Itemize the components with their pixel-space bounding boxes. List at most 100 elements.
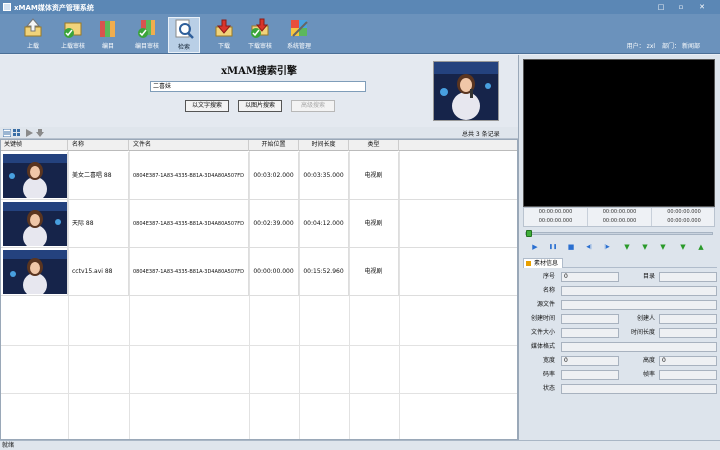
material-info-form: 序号 0 目录 名称 源文件 创建时间 创建人 文件大小 时间长度 媒体格式 宽… [523,268,717,408]
next-frame-icon[interactable]: |▶ [601,241,613,253]
name-cell: cctv15.avi 88 [68,248,129,296]
search-image-thumbnail[interactable] [433,61,499,121]
bitrate-label: 码率 [542,371,555,378]
playback-slider-knob[interactable] [526,230,532,237]
video-player[interactable] [523,59,715,207]
upload-button[interactable]: 上载 [17,17,49,53]
search-input[interactable]: 二喜妹 [150,81,366,92]
prev-frame-icon[interactable]: ◀| [583,241,595,253]
maximize-button[interactable]: ▫ [676,3,686,11]
timecode-length: 00:00:00.000 [667,209,701,215]
col-type[interactable]: 类型 [349,140,399,151]
catalog-review-label: 编目审核 [134,43,159,50]
catalog-button[interactable]: 编目 [92,17,124,53]
catalog-label: 编目 [101,43,114,50]
keyframe-thumbnail [3,250,67,294]
upload-icon [22,17,44,39]
export-clip-icon[interactable]: ▲ [695,241,707,253]
list-view-icon[interactable] [3,129,11,137]
filename-cell: 0804E387-1A83-4335-B81A-3D4A80A507FD [129,200,249,248]
download-button[interactable]: 下载 [208,17,240,53]
col-name[interactable]: 名称 [68,140,129,151]
search-panel: xMAM搜索引擎 二喜妹 以文字搜索 以图片搜索 高级搜索 [0,55,518,127]
source-field[interactable] [561,300,717,310]
download-review-button[interactable]: 下载审核 [244,17,276,53]
col-duration[interactable]: 时间长度 [299,140,349,151]
table-row[interactable]: 美女二喜唱 88 0804E387-1A83-4335-B81A-3D4A80A… [1,152,517,200]
upload-review-label: 上载审核 [60,43,85,50]
file-size-label: 文件大小 [530,329,555,336]
upload-review-button[interactable]: 上载审核 [57,17,89,53]
duration-cell: 00:15:52.960 [299,248,349,296]
col-filename[interactable]: 文件名 [129,140,249,151]
timecode-in: 00:00:00.000 [524,208,588,217]
width-field[interactable]: 0 [561,356,619,366]
download-review-label: 下载审核 [247,43,272,50]
minimize-button[interactable]: □ [656,3,666,11]
image-search-button[interactable]: 以图片搜索 [238,100,282,112]
name-cell: 天际 88 [68,200,129,248]
user-value: zxl [646,43,656,50]
keyframe-thumbnail [3,202,67,246]
dept-value: 新闻部 [681,43,700,50]
col-keyframe[interactable]: 关键帧 [1,140,68,151]
stop-icon[interactable]: ■ [565,241,577,253]
catalog-field[interactable] [659,272,717,282]
name-field[interactable] [561,286,717,296]
thumbnail-view-icon[interactable] [13,129,21,137]
play-selected-icon[interactable] [25,129,33,137]
created-time-field[interactable] [561,314,619,324]
text-search-button[interactable]: 以文字搜索 [185,100,229,112]
title-bar: xMAM媒体资产管理系统 □ ▫ ✕ [0,0,720,14]
playback-slider[interactable] [525,230,713,237]
height-field[interactable]: 0 [659,356,717,366]
height-label: 高度 [642,357,655,364]
framerate-field[interactable] [659,370,717,380]
type-cell: 电视剧 [349,152,399,200]
name-label: 名称 [542,287,555,294]
upload-review-icon [62,17,84,39]
file-size-field[interactable] [561,328,619,338]
mark-out-icon[interactable]: ▼ [639,241,651,253]
tab-material-info[interactable]: 素材信息 [523,258,564,268]
creator-field[interactable] [659,314,717,324]
mark-in-icon[interactable]: ▼ [621,241,633,253]
grid-header: 关键帧 名称 文件名 开始位置 时间长度 类型 [1,140,517,151]
catalog-icon [97,17,119,39]
duration-cell: 00:03:35.000 [299,152,349,200]
type-cell: 电视剧 [349,200,399,248]
filename-cell: 0804E387-1A83-4335-B81A-3D4A80A507FD [129,248,249,296]
width-label: 宽度 [542,357,555,364]
serial-field[interactable]: 0 [561,272,619,282]
goto-in-icon[interactable]: ▼ [657,241,669,253]
pause-icon[interactable]: ❚❚ [547,241,559,253]
advanced-search-button[interactable]: 高级搜索 [291,100,335,112]
status-field[interactable] [561,384,717,394]
close-button[interactable]: ✕ [697,3,707,11]
table-row[interactable]: 天际 88 0804E387-1A83-4335-B81A-3D4A80A507… [1,200,517,248]
upload-label: 上载 [26,43,39,50]
bitrate-field[interactable] [561,370,619,380]
source-label: 源文件 [536,301,555,308]
play-icon[interactable]: ▶ [529,241,541,253]
serial-label: 序号 [542,273,555,280]
window-title: xMAM媒体资产管理系统 [14,4,94,12]
system-manage-button[interactable]: 系统管理 [283,17,315,53]
download-review-icon [249,17,271,39]
download-selected-icon[interactable] [36,129,44,137]
catalog-review-icon [136,17,158,39]
record-count: 总共 3 条记录 [462,131,500,138]
timecode-panel: 00:00:00.000 00:00:00.000 00:00:00.000 0… [523,207,715,227]
name-cell: 美女二喜唱 88 [68,152,129,200]
timecode-current: 00:00:00.000 [524,217,588,226]
creator-label: 创建人 [636,315,655,322]
search-label: 检索 [177,44,190,51]
catalog-review-button[interactable]: 编目审核 [131,17,163,53]
user-info: 用户： zxl 部门： 新闻部 [622,41,700,50]
duration-field[interactable] [659,328,717,338]
goto-out-icon[interactable]: ▼ [677,241,689,253]
col-start[interactable]: 开始位置 [249,140,299,151]
search-button[interactable]: 检索 [168,17,200,53]
table-row[interactable]: cctv15.avi 88 0804E387-1A83-4335-B81A-3D… [1,248,517,296]
media-format-field[interactable] [561,342,717,352]
